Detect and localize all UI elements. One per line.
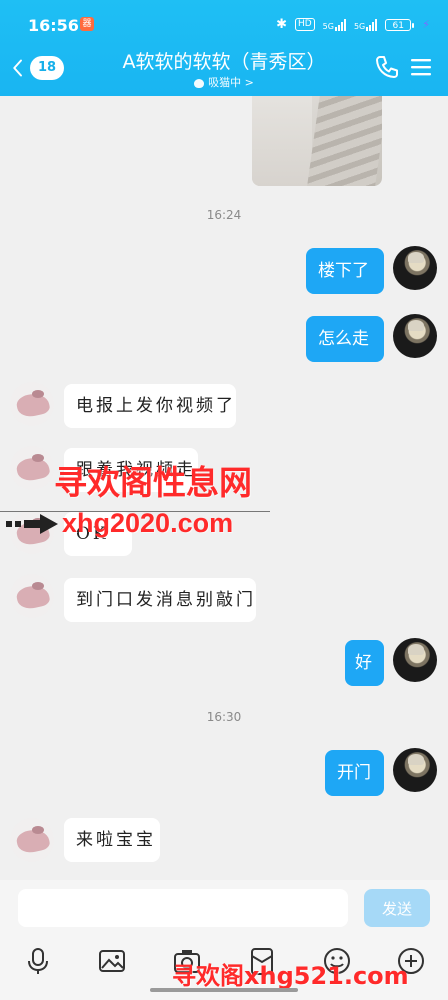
my-avatar[interactable] — [393, 748, 437, 792]
status-bar: 16:56 器 ✱ HD 5G 5G 61 ⚡ — [0, 0, 448, 40]
unread-count-badge: 18 — [30, 56, 64, 80]
message-bubble-incoming[interactable]: 到门口发消息别敲门 — [64, 578, 256, 622]
signal-2-icon: 5G — [354, 18, 378, 31]
message-input[interactable] — [18, 889, 348, 927]
message-bubble-incoming[interactable]: 电报上发你视频了 — [64, 384, 236, 428]
contact-name: A软软的软软（青秀区） — [122, 51, 326, 73]
contact-avatar[interactable] — [10, 574, 54, 618]
menu-icon[interactable] — [410, 57, 432, 77]
my-avatar[interactable] — [393, 638, 437, 682]
contact-title[interactable]: A软软的软软（青秀区） 吸猫中 > — [90, 50, 358, 90]
send-button[interactable]: 发送 — [364, 889, 430, 927]
image-icon[interactable] — [97, 946, 127, 976]
my-avatar[interactable] — [393, 246, 437, 290]
watermark-divider — [0, 511, 270, 512]
contact-avatar[interactable] — [10, 382, 54, 426]
status-indicators: ✱ HD 5G 5G 61 ⚡ — [276, 17, 430, 32]
contact-avatar[interactable] — [10, 446, 54, 490]
phone-icon[interactable] — [374, 54, 400, 80]
message-bubble-outgoing[interactable]: 好 — [345, 640, 384, 686]
microphone-icon[interactable] — [23, 946, 53, 976]
cat-icon — [194, 78, 205, 88]
bluetooth-icon: ✱ — [276, 17, 287, 32]
message-bubble-outgoing[interactable]: 开门 — [325, 750, 384, 796]
timestamp: 16:30 — [206, 710, 242, 724]
contact-avatar[interactable] — [10, 818, 54, 862]
chevron-left-icon — [13, 59, 22, 77]
watermark-text: 寻欢阁性息网 — [54, 463, 252, 502]
status-time: 16:56 — [28, 16, 79, 35]
timestamp: 16:24 — [206, 208, 242, 222]
watermark-bottom: 寻欢阁xhg521.com — [172, 962, 409, 990]
message-bubble-outgoing[interactable]: 怎么走 — [306, 316, 384, 362]
signal-1-icon: 5G — [323, 18, 346, 31]
charging-icon: ⚡ — [422, 18, 430, 31]
battery-icon: 61 — [385, 18, 415, 31]
my-avatar[interactable] — [393, 314, 437, 358]
chat-header: 16:56 器 ✱ HD 5G 5G 61 ⚡ 18 A软软的软软（青秀区） 吸… — [0, 0, 448, 96]
contact-status-text: 吸猫中 > — [208, 76, 254, 89]
message-bubble-incoming[interactable]: 来啦宝宝 — [64, 818, 160, 862]
watermark-url: xhg2020.com — [62, 508, 234, 538]
notification-app-icon: 器 — [80, 17, 94, 31]
hd-voice-icon: HD — [294, 18, 315, 31]
home-indicator[interactable] — [150, 988, 298, 992]
back-button[interactable]: 18 — [12, 54, 64, 82]
arrow-right-icon — [6, 514, 58, 534]
image-message[interactable] — [252, 96, 382, 186]
message-bubble-outgoing[interactable]: 楼下了 — [306, 248, 384, 294]
input-bar: 发送 — [0, 880, 448, 936]
contact-status[interactable]: 吸猫中 > — [90, 74, 358, 90]
